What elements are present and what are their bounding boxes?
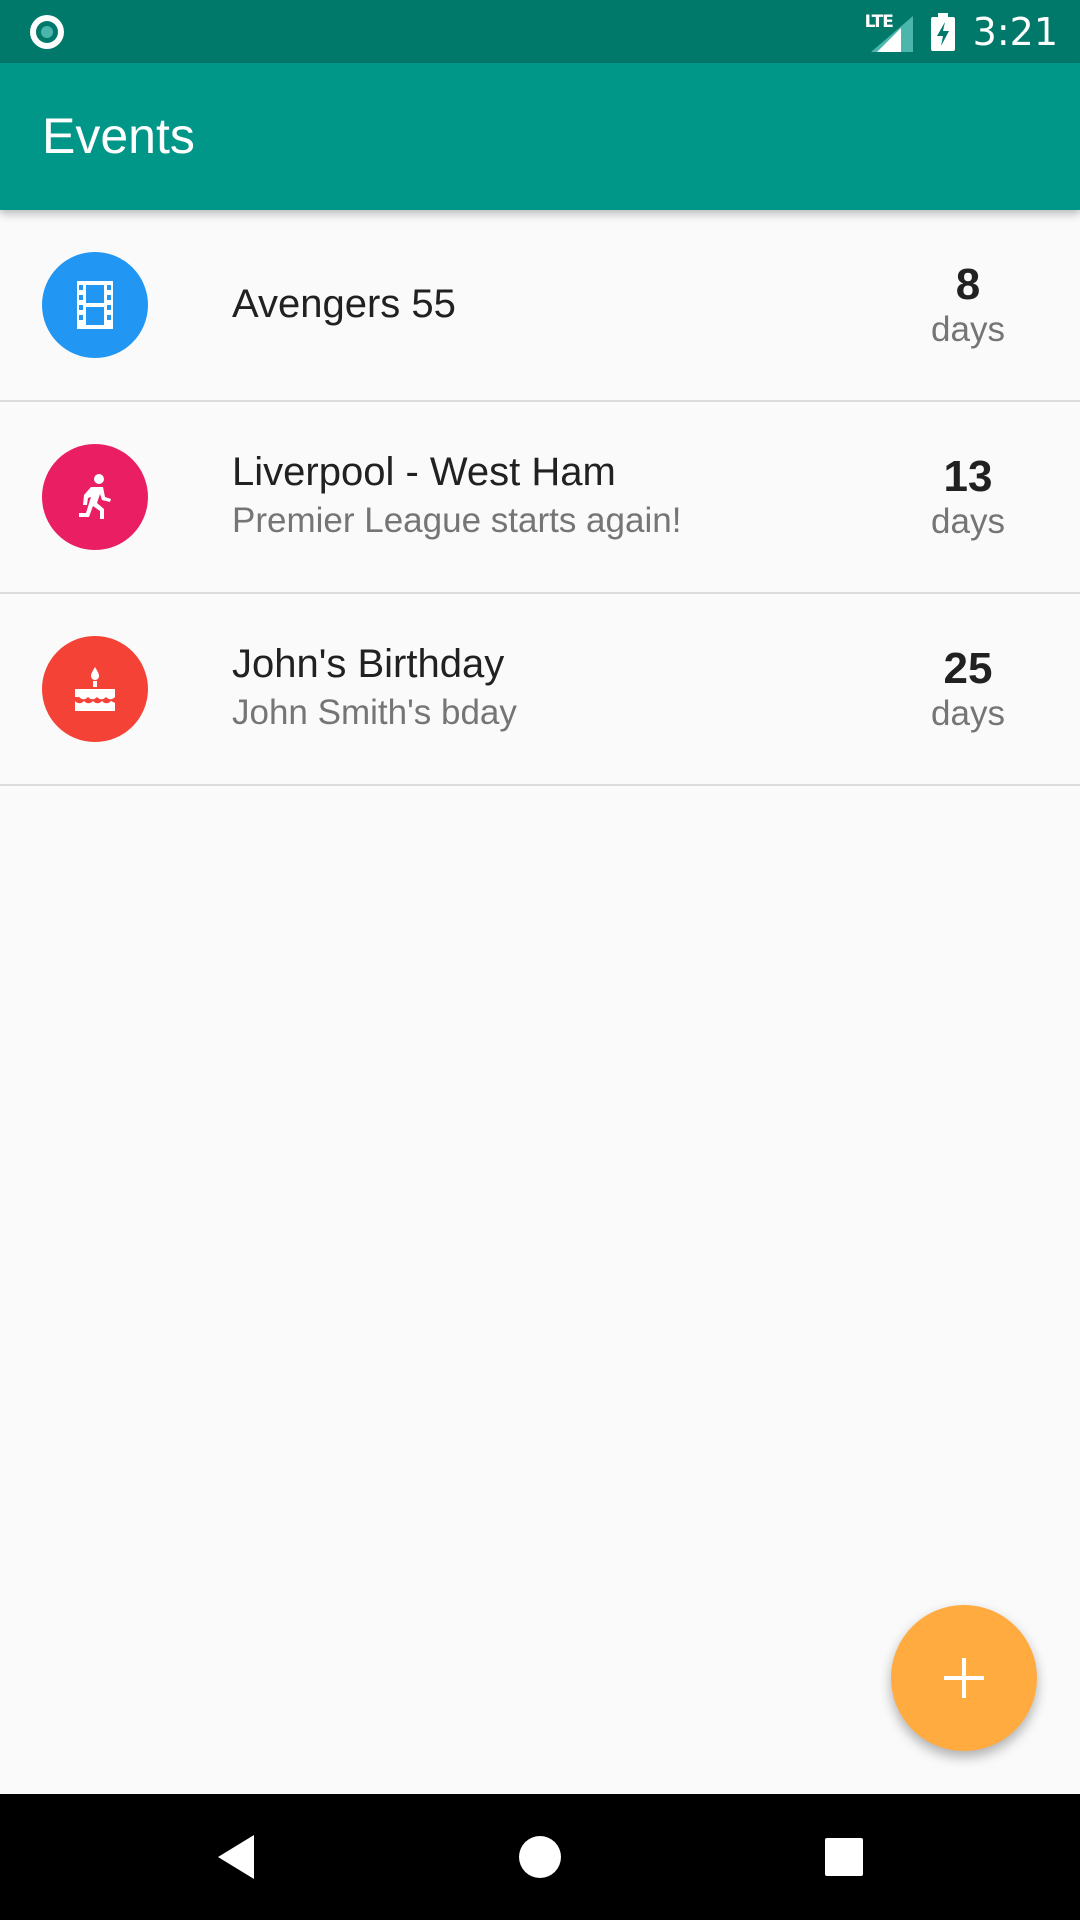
event-text: Avengers 55 (232, 282, 932, 327)
event-avatar (42, 636, 148, 742)
back-button[interactable] (206, 1827, 266, 1887)
days-remaining: 13 days (898, 452, 1038, 542)
recents-square-icon (825, 1838, 863, 1876)
page-title: Events (42, 108, 195, 164)
running-person-icon (79, 474, 111, 519)
event-avatar (42, 252, 148, 358)
event-avatar (42, 444, 148, 550)
back-triangle-icon (218, 1835, 254, 1879)
event-title: John's Birthday (232, 642, 505, 686)
plus-icon (944, 1658, 984, 1698)
event-list: Avengers 55 8 days Liverpool - West Ham … (0, 210, 1080, 786)
days-unit: days (931, 310, 1005, 349)
days-count: 25 (943, 644, 993, 693)
add-event-button[interactable] (891, 1605, 1037, 1751)
status-indicators: LTE 3:21 (865, 0, 1058, 63)
event-text: John's Birthday John Smith's bday (232, 642, 932, 733)
days-unit: days (931, 694, 1005, 733)
movie-film-icon (77, 281, 113, 329)
home-circle-icon (519, 1836, 561, 1878)
app-notification-icon (30, 15, 64, 49)
lte-signal-icon: LTE (865, 12, 913, 52)
event-title: Liverpool - West Ham (232, 450, 616, 494)
navigation-bar (0, 1794, 1080, 1920)
event-subtitle: Premier League starts again! (232, 501, 682, 540)
event-subtitle: John Smith's bday (232, 693, 517, 732)
birthday-cake-icon (75, 667, 115, 711)
event-row[interactable]: John's Birthday John Smith's bday 25 day… (0, 594, 1080, 786)
home-button[interactable] (510, 1827, 570, 1887)
event-text: Liverpool - West Ham Premier League star… (232, 450, 932, 541)
event-row[interactable]: Avengers 55 8 days (0, 210, 1080, 402)
days-unit: days (931, 502, 1005, 541)
event-row[interactable]: Liverpool - West Ham Premier League star… (0, 402, 1080, 594)
days-remaining: 8 days (898, 260, 1038, 350)
status-bar: LTE 3:21 (0, 0, 1080, 63)
screen: LTE 3:21 Events Avengers 55 8 days Liver… (0, 0, 1080, 1920)
days-count: 8 (955, 260, 981, 309)
days-remaining: 25 days (898, 644, 1038, 734)
event-title: Avengers 55 (232, 282, 456, 326)
clock: 3:21 (972, 9, 1058, 54)
battery-charging-icon (930, 12, 955, 51)
days-count: 13 (943, 452, 993, 501)
recents-button[interactable] (814, 1827, 874, 1887)
app-bar: Events (0, 63, 1080, 210)
